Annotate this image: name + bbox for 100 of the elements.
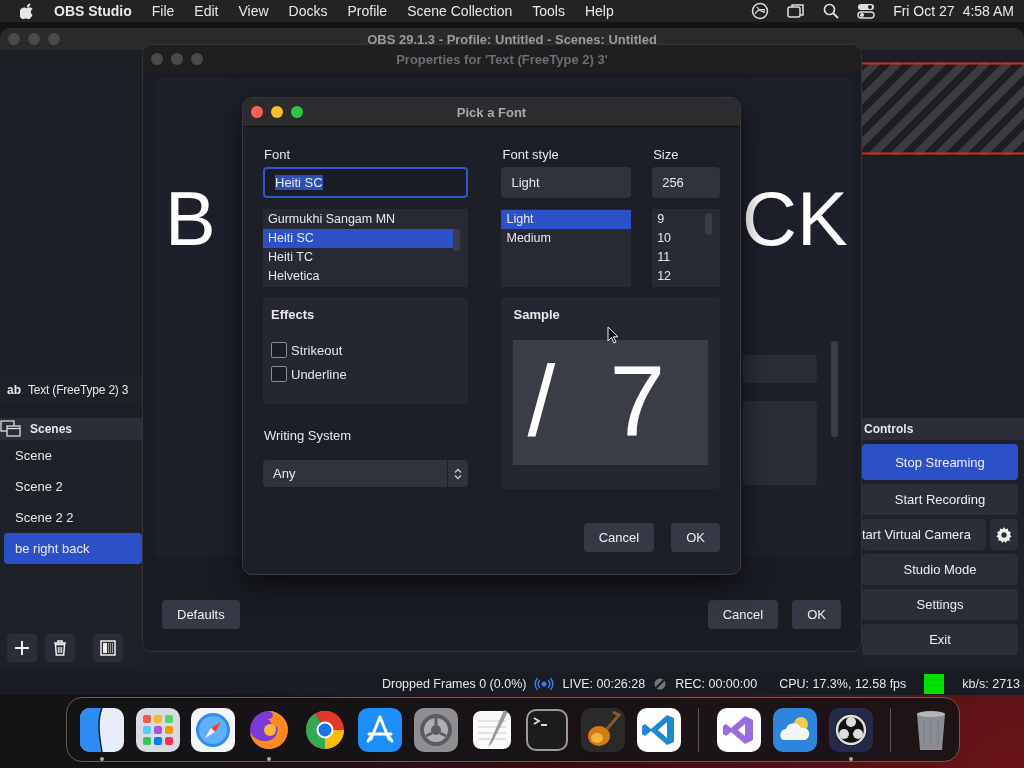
field-label: Size xyxy=(653,147,680,164)
menu-item[interactable]: Docks xyxy=(288,3,328,19)
scene-item[interactable]: Scene 2 xyxy=(4,471,142,502)
scene-item[interactable]: Scene xyxy=(4,440,142,471)
live-time-text: LIVE: 00:26:28 xyxy=(562,676,646,691)
code-editor-icon[interactable] xyxy=(636,707,681,752)
source-name[interactable]: Text (FreeType 2) 3 xyxy=(28,383,129,397)
grid-icon[interactable] xyxy=(135,707,180,752)
recording-off-icon xyxy=(653,676,668,691)
writing-system-dropdown[interactable]: Any xyxy=(263,460,469,487)
field-label: Font style xyxy=(502,147,560,164)
menu-item[interactable]: View xyxy=(238,3,269,19)
list-item[interactable]: 12 xyxy=(652,267,706,286)
windows-icon xyxy=(787,3,806,19)
settings-button[interactable] xyxy=(990,519,1018,550)
broadcast-icon xyxy=(534,676,555,691)
date-text: Fri Oct 27 xyxy=(893,3,955,19)
cpu-usage-text: CPU: 17.3%, 12.58 fps xyxy=(779,676,907,691)
control-center-icon xyxy=(857,3,876,19)
menu-item[interactable]: Help xyxy=(584,3,614,19)
preview-text: B xyxy=(165,181,216,257)
cancel-button[interactable]: Cancel xyxy=(707,600,779,629)
bitrate-text: kb/s: 2713 xyxy=(962,676,1020,691)
list-item[interactable]: Heiti SC xyxy=(263,229,455,248)
text-field[interactable]: Heiti SC xyxy=(263,167,469,198)
compass-icon[interactable] xyxy=(191,707,236,752)
menu-item[interactable]: Tools xyxy=(532,3,565,19)
list-item[interactable]: Helvetica xyxy=(263,267,455,286)
list-item[interactable]: 10 xyxy=(652,229,706,248)
list-item[interactable]: 9 xyxy=(652,210,706,229)
updown-arrows-icon xyxy=(454,467,463,480)
checkbox[interactable] xyxy=(271,342,287,358)
scrollbar-thumb[interactable] xyxy=(453,229,461,251)
group-title: Effects xyxy=(271,307,316,322)
cancel-button[interactable]: Cancel xyxy=(583,523,655,552)
defaults-button[interactable]: Defaults xyxy=(162,600,240,629)
menu-item[interactable]: Edit xyxy=(194,3,219,19)
app-menu[interactable]: OBS Studio xyxy=(54,3,132,19)
close-button[interactable] xyxy=(251,106,263,118)
delete-button[interactable] xyxy=(45,634,75,662)
terminal-icon[interactable] xyxy=(525,707,570,752)
window-title: OBS 29.1.3 - Profile: Untitled - Scenes: Untitled xyxy=(367,31,657,47)
dropped-frames-text: Dropped Frames 0 (0.0%) xyxy=(381,676,527,691)
apple-icon xyxy=(20,3,34,19)
checkbox[interactable] xyxy=(271,366,287,382)
guitar-icon[interactable] xyxy=(580,707,625,752)
field-label: Writing System xyxy=(264,428,353,445)
field-label: Font xyxy=(264,147,291,164)
gear-icon[interactable] xyxy=(413,707,458,752)
control-button[interactable]: Studio Mode xyxy=(862,554,1018,585)
scene-item[interactable]: Scene 2 2 xyxy=(4,502,142,533)
stream-health-indicator xyxy=(924,673,945,694)
control-button[interactable]: Stop Streaming xyxy=(862,444,1018,480)
list-item[interactable]: Heiti TC xyxy=(263,248,455,267)
menu-item[interactable]: Scene Collection xyxy=(407,3,513,19)
filter-button[interactable] xyxy=(93,634,123,662)
control-button[interactable]: tart Virtual Camera xyxy=(862,519,986,550)
dialog-title: Pick a Font xyxy=(456,104,527,120)
sample-glyph: 7 xyxy=(609,344,666,459)
app-store-icon[interactable] xyxy=(358,707,403,752)
list-item[interactable]: Gurmukhi Sangam MN xyxy=(263,210,455,229)
scene-item[interactable]: be right back xyxy=(4,533,142,564)
trash-icon xyxy=(53,640,67,656)
gradient-icon xyxy=(100,640,116,656)
split-square-icon[interactable] xyxy=(79,707,124,752)
preview-text: CK xyxy=(742,181,848,257)
ok-button[interactable]: OK xyxy=(792,600,841,629)
plus-icon xyxy=(14,640,30,656)
group-title: Sample xyxy=(513,307,561,322)
control-button[interactable]: Settings xyxy=(862,589,1018,620)
dock-title: Controls xyxy=(862,418,1024,440)
gear-icon xyxy=(996,526,1012,543)
window-title: Properties for 'Text (FreeType 2) 3' xyxy=(396,51,608,67)
aperture-icon[interactable] xyxy=(828,707,873,752)
sample-glyph: / xyxy=(527,344,556,459)
minimize-button[interactable] xyxy=(271,106,283,118)
text-field[interactable]: 256 xyxy=(652,167,720,198)
add-button[interactable] xyxy=(7,634,37,662)
time-text: 4:58 AM xyxy=(962,3,1014,19)
text-field[interactable]: Light xyxy=(501,167,632,198)
control-button[interactable]: Start Recording xyxy=(862,484,1018,515)
source-type-label: ab xyxy=(7,383,21,397)
cloud-sun-icon[interactable] xyxy=(772,707,817,752)
search-icon xyxy=(823,3,840,19)
zoom-button[interactable] xyxy=(291,106,303,118)
ok-button[interactable]: OK xyxy=(671,523,720,552)
list-item[interactable]: 11 xyxy=(652,248,706,267)
status-icon xyxy=(751,2,770,20)
rec-time-text: REC: 00:00:00 xyxy=(675,676,758,691)
menu-item[interactable]: File xyxy=(151,3,175,19)
list-item[interactable]: Light xyxy=(501,210,632,229)
control-button[interactable]: Exit xyxy=(862,624,1018,655)
mouse-pointer-icon xyxy=(607,326,619,344)
selected-text: Heiti SC xyxy=(275,175,323,190)
menu-item[interactable]: Profile xyxy=(347,3,388,19)
checkbox-label: Underline xyxy=(291,366,347,382)
dock-title: Scenes xyxy=(30,422,73,436)
list-item[interactable]: Medium xyxy=(501,229,632,248)
checkbox-label: Strikeout xyxy=(291,342,343,358)
code-editor-icon[interactable] xyxy=(717,707,762,752)
